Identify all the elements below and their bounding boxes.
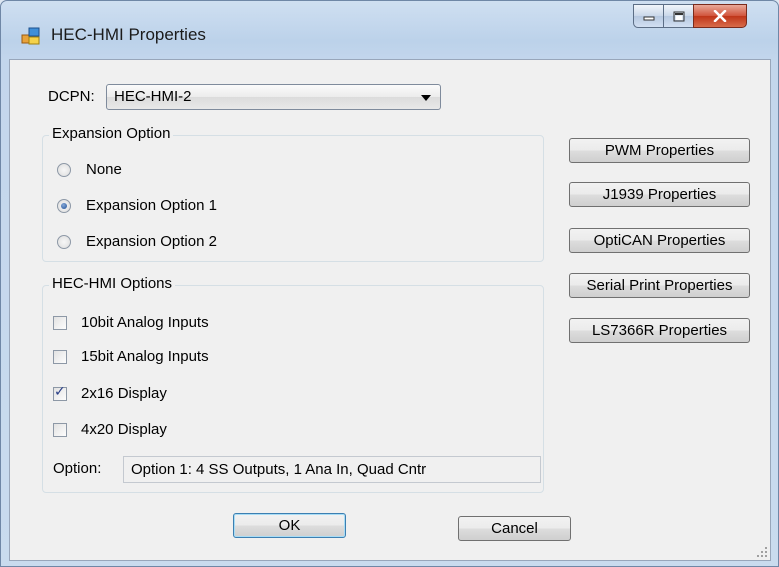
checkbox-4x20-display[interactable]	[53, 423, 67, 437]
close-button[interactable]	[693, 4, 747, 28]
title-bar[interactable]: HEC-HMI Properties	[1, 1, 778, 61]
checkbox-15bit-analog-inputs-label[interactable]: 15bit Analog Inputs	[81, 348, 209, 365]
radio-expansion-option-2[interactable]	[57, 235, 71, 249]
checkbox-2x16-display-label[interactable]: 2x16 Display	[81, 385, 167, 402]
j1939-properties-button[interactable]: J1939 Properties	[569, 182, 750, 207]
pwm-properties-button[interactable]: PWM Properties	[569, 138, 750, 163]
dcpn-label: DCPN:	[48, 88, 95, 105]
close-icon	[713, 10, 727, 22]
dialog-client-area: DCPN: HEC-HMI-2 Expansion Option None Ex…	[9, 59, 771, 561]
app-icon	[21, 27, 40, 45]
radio-expansion-option-1[interactable]	[57, 199, 71, 213]
optican-properties-button[interactable]: OptiCAN Properties	[569, 228, 750, 253]
checkmark-icon: ✓	[54, 384, 66, 400]
dcpn-combobox[interactable]: HEC-HMI-2	[106, 84, 441, 110]
expansion-option-title: Expansion Option	[49, 125, 174, 142]
dcpn-value: HEC-HMI-2	[114, 88, 192, 105]
minimize-button[interactable]	[633, 4, 663, 28]
serial-print-properties-button[interactable]: Serial Print Properties	[569, 273, 750, 298]
hec-hmi-options-title: HEC-HMI Options	[49, 275, 176, 292]
ls7366r-properties-button[interactable]: LS7366R Properties	[569, 318, 750, 343]
checkbox-2x16-display[interactable]: ✓	[53, 384, 67, 401]
minimize-icon	[643, 16, 654, 21]
checkbox-10bit-analog-inputs[interactable]	[53, 316, 67, 330]
radio-expansion-option-2-label[interactable]: Expansion Option 2	[86, 233, 217, 250]
resize-grip-icon[interactable]	[756, 546, 768, 558]
checkbox-4x20-display-label[interactable]: 4x20 Display	[81, 421, 167, 438]
radio-none-label[interactable]: None	[86, 161, 122, 178]
radio-none[interactable]	[57, 163, 71, 177]
maximize-icon	[673, 11, 684, 21]
checkbox-15bit-analog-inputs[interactable]	[53, 350, 67, 364]
dialog-window: HEC-HMI Properties DCPN: HEC-HMI-2 Expan…	[0, 0, 779, 567]
ok-button[interactable]: OK	[233, 513, 346, 538]
option-textbox: Option 1: 4 SS Outputs, 1 Ana In, Quad C…	[123, 456, 541, 483]
window-title: HEC-HMI Properties	[51, 25, 206, 44]
caption-buttons	[633, 4, 747, 28]
chevron-down-icon	[421, 95, 431, 101]
option-label: Option:	[53, 460, 102, 477]
radio-expansion-option-1-label[interactable]: Expansion Option 1	[86, 197, 217, 214]
checkbox-10bit-analog-inputs-label[interactable]: 10bit Analog Inputs	[81, 314, 209, 331]
option-value: Option 1: 4 SS Outputs, 1 Ana In, Quad C…	[131, 461, 427, 478]
maximize-button[interactable]	[663, 4, 693, 28]
cancel-button[interactable]: Cancel	[458, 516, 571, 541]
